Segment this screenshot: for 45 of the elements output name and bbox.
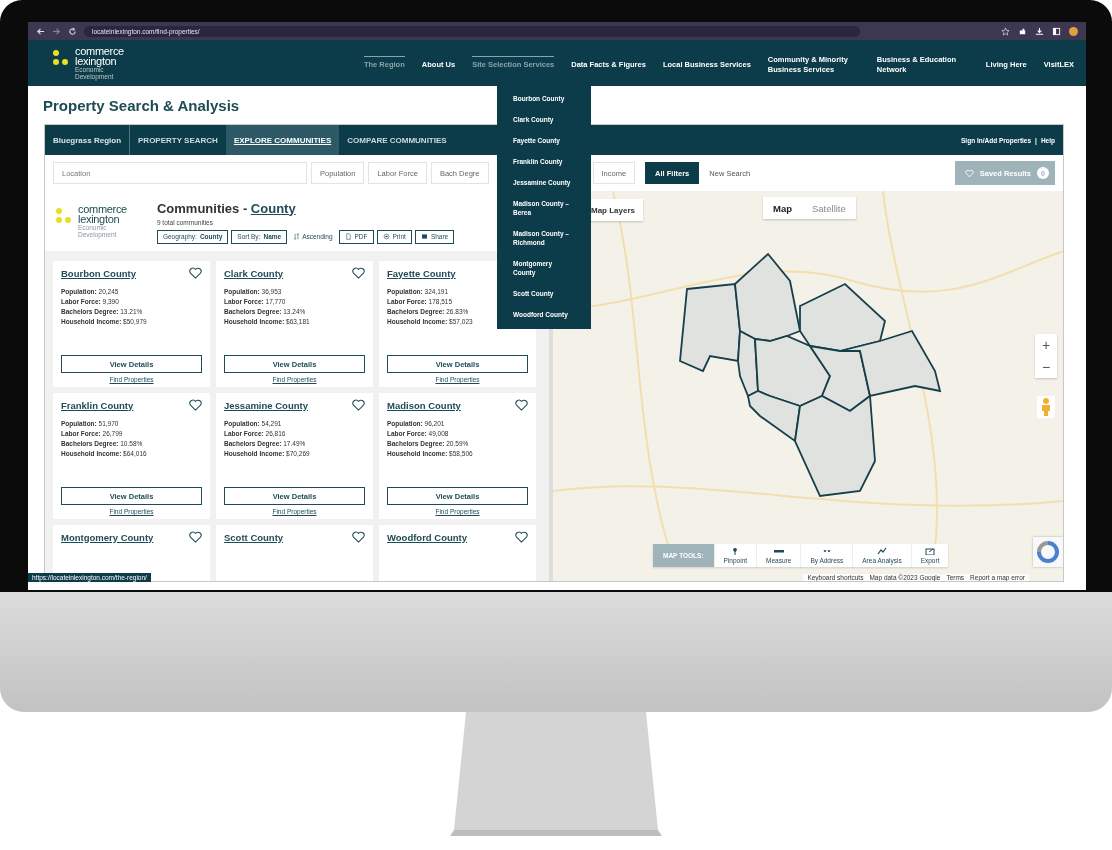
zoom-in-button[interactable]: + bbox=[1035, 334, 1057, 356]
tab[interactable]: PROPERTY SEARCH bbox=[130, 125, 226, 155]
county-link[interactable]: Fayette County bbox=[387, 267, 456, 279]
county-link[interactable]: Madison County bbox=[387, 399, 461, 411]
communities-title: Communities - bbox=[156, 200, 249, 216]
county-link[interactable]: Montgomery County bbox=[61, 531, 154, 543]
county-link[interactable]: Bourbon County bbox=[61, 267, 136, 279]
heart-icon[interactable] bbox=[189, 531, 202, 543]
map-type-button[interactable]: Satellite bbox=[802, 197, 856, 219]
zoom-out-button[interactable]: − bbox=[1035, 356, 1057, 378]
logo-text: commerce bbox=[78, 204, 127, 214]
export-icon bbox=[925, 547, 936, 555]
recaptcha-icon bbox=[1033, 537, 1063, 567]
sidebar-icon[interactable] bbox=[1052, 26, 1061, 36]
map-type-button[interactable]: Map bbox=[763, 197, 802, 219]
back-icon[interactable] bbox=[36, 26, 45, 36]
heart-icon[interactable] bbox=[352, 399, 365, 411]
ruler-icon bbox=[773, 547, 784, 555]
county-link[interactable]: Scott County bbox=[224, 531, 284, 543]
county-link[interactable]: Clark County bbox=[224, 267, 284, 279]
forward-icon[interactable] bbox=[52, 26, 61, 36]
heart-icon[interactable] bbox=[189, 399, 202, 411]
sort-icon bbox=[293, 233, 301, 240]
profile-avatar[interactable] bbox=[1069, 26, 1078, 36]
tab[interactable]: COMPARE COMMUNITIES bbox=[339, 125, 455, 155]
reload-icon[interactable] bbox=[68, 26, 77, 36]
download-icon[interactable] bbox=[1035, 26, 1044, 36]
logo-text: lexington bbox=[78, 214, 121, 224]
logo-text: commerce bbox=[75, 46, 124, 56]
county-link[interactable]: County bbox=[250, 200, 296, 216]
county-link[interactable]: Franklin County bbox=[61, 399, 134, 411]
document-icon bbox=[344, 233, 352, 240]
tab[interactable]: EXPLORE COMMUNITIES bbox=[225, 125, 340, 155]
heart-icon[interactable] bbox=[352, 531, 365, 543]
star-icon[interactable] bbox=[1001, 26, 1010, 36]
heart-icon[interactable] bbox=[515, 531, 528, 543]
chart-line-icon bbox=[876, 547, 887, 555]
logo-text: lexington bbox=[75, 56, 118, 66]
heart-icon[interactable] bbox=[515, 399, 528, 411]
heart-icon bbox=[964, 168, 974, 178]
page-title: Property Search & Analysis bbox=[43, 96, 240, 114]
heart-icon[interactable] bbox=[189, 267, 202, 279]
county-link[interactable]: Woodford County bbox=[387, 531, 468, 543]
heart-icon[interactable] bbox=[352, 267, 365, 279]
county-link[interactable]: Jessamine County bbox=[224, 399, 308, 411]
